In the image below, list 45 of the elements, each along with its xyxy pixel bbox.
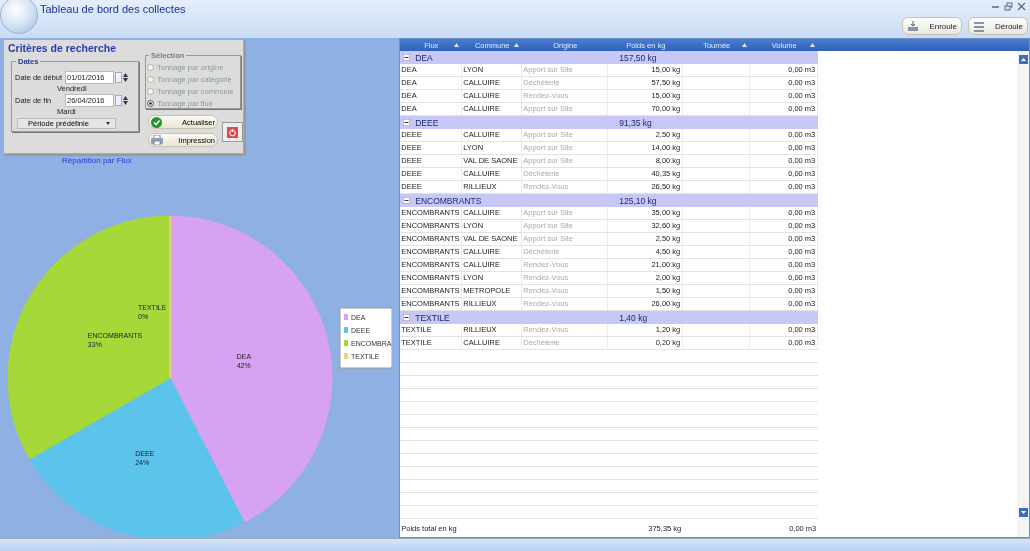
group-label: TEXTILE: [415, 312, 451, 323]
printer-icon: [151, 135, 163, 145]
toolbar-button[interactable]: Déroule: [968, 17, 1028, 35]
spinner-icon[interactable]: [115, 95, 129, 106]
group-label: DEA: [415, 52, 434, 63]
up-arrow-icon: [1020, 58, 1026, 61]
power-icon: [227, 126, 238, 138]
group-total: 157,50 kg: [619, 52, 657, 63]
group-total: 1,40 kg: [619, 312, 648, 323]
spinner-icon[interactable]: [115, 72, 129, 83]
check-icon: [151, 116, 162, 128]
group-label: DEEE: [415, 117, 440, 128]
group-label: ENCOMBRANTS: [415, 195, 483, 206]
radio-button[interactable]: [147, 99, 154, 107]
expand-list-icon: [973, 20, 985, 32]
legend-box: [339, 307, 392, 369]
filter-icon[interactable]: [454, 42, 460, 48]
toolbar-button[interactable]: Enroule: [902, 17, 962, 35]
collapse-icon[interactable]: [403, 197, 411, 204]
collapse-icon[interactable]: [403, 314, 411, 321]
scroll-up-button[interactable]: [1018, 55, 1028, 64]
radio-button[interactable]: [147, 63, 154, 71]
chart-title: Répartition par Flux: [62, 156, 132, 165]
radio-button[interactable]: [147, 87, 154, 95]
filter-icon[interactable]: [742, 42, 748, 48]
radio-button[interactable]: [147, 75, 154, 83]
power-button[interactable]: [222, 122, 243, 142]
filter-icon[interactable]: [514, 42, 520, 48]
filter-icon[interactable]: [810, 42, 816, 48]
group-total: 125,10 kg: [619, 195, 657, 206]
collapse-icon[interactable]: [403, 54, 411, 61]
scroll-down-button[interactable]: [1018, 508, 1028, 517]
close-icon[interactable]: [1017, 2, 1026, 11]
group-row[interactable]: ENCOMBRANTS 125,10 kg: [400, 194, 819, 207]
collapse-list-icon: [907, 20, 920, 32]
caret-icon: [106, 122, 110, 125]
group-total: 91,35 kg: [619, 117, 652, 128]
restore-icon[interactable]: [1004, 2, 1013, 11]
group-row[interactable]: DEEE 91,35 kg: [400, 116, 819, 129]
collapse-icon[interactable]: [403, 119, 411, 126]
group-row[interactable]: DEA 157,50 kg: [400, 51, 819, 64]
down-arrow-icon: [1020, 511, 1026, 514]
panel-title: Critères de recherche: [8, 42, 116, 54]
window-title: Tableau de bord des collectes: [40, 3, 186, 15]
group-row[interactable]: TEXTILE 1,40 kg: [400, 311, 819, 324]
